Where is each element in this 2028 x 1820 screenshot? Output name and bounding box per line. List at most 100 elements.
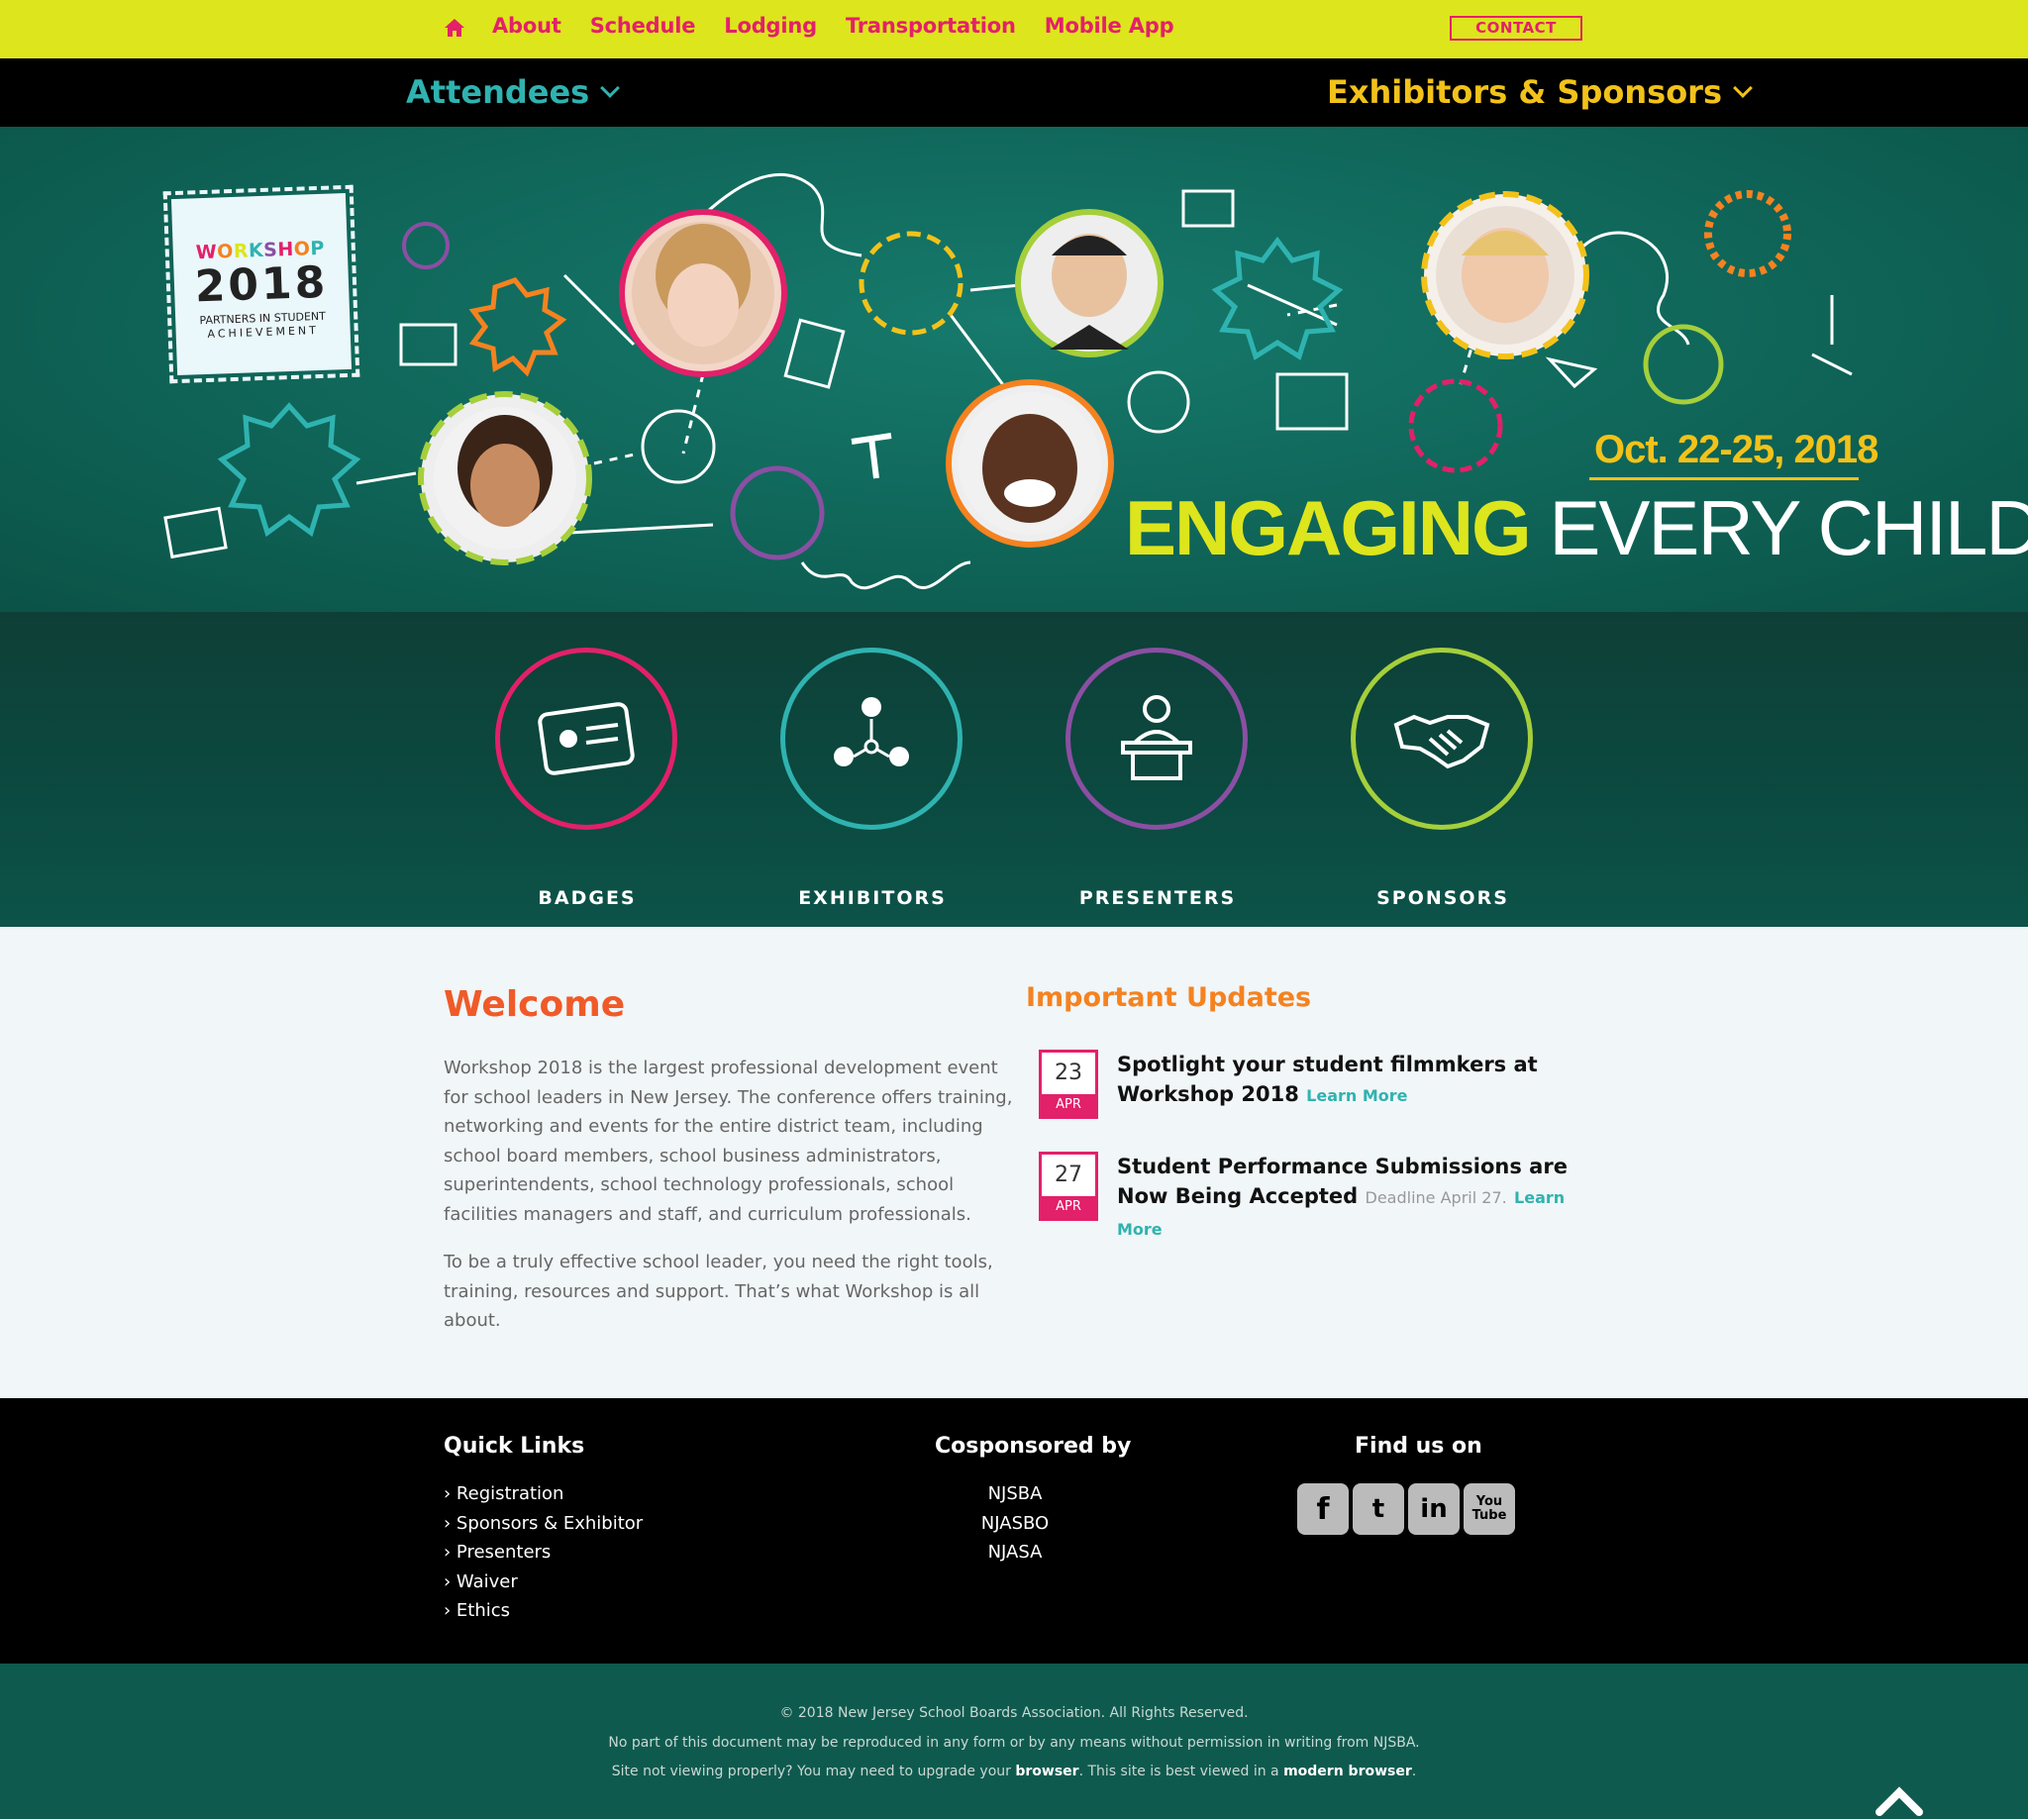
learn-more-link[interactable]: Learn More — [1306, 1086, 1407, 1105]
exhibitors-sponsors-label: Exhibitors & Sponsors — [1327, 73, 1722, 111]
podium-icon — [1121, 695, 1192, 780]
updates-heading: Important Updates — [1026, 982, 1312, 1013]
copyright-text: © 2018 New Jersey School Boards Associat… — [779, 1705, 1249, 1721]
microscope-icon — [217, 402, 361, 538]
welcome-paragraph-1: Workshop 2018 is the largest professiona… — [444, 1058, 1013, 1225]
book-icon — [399, 323, 457, 366]
reproduction-notice: No part of this document may be reproduc… — [608, 1735, 1420, 1751]
monitor-icon — [641, 409, 716, 484]
facebook-icon[interactable]: f — [1297, 1483, 1349, 1535]
date-month: APR — [1042, 1094, 1095, 1116]
cosponsors-list: NJSBA NJASBO NJASA — [951, 1479, 1079, 1567]
cosponsor-njasbo[interactable]: NJASBO — [951, 1509, 1079, 1539]
network-icon — [834, 697, 909, 766]
audience-nav: Attendees Exhibitors & Sponsors — [0, 58, 2028, 127]
quick-link-presenters[interactable]: Presenters — [444, 1538, 643, 1567]
nav-about[interactable]: About — [492, 14, 561, 38]
exhibitors-sponsors-menu[interactable]: Exhibitors & Sponsors — [1327, 73, 1753, 111]
hero-banner: WORKSHOP 2018 PARTNERS IN STUDENT ACHIEV… — [0, 127, 2028, 612]
tagline-every-child: EVERY CHILD — [1549, 484, 2028, 571]
modern-browser-link[interactable]: modern browser — [1283, 1764, 1412, 1779]
home-icon[interactable] — [444, 17, 465, 39]
top-nav: About Schedule Lodging Transportation Mo… — [0, 0, 2028, 58]
logo-year: 2018 — [193, 256, 330, 313]
welcome-heading: Welcome — [444, 984, 626, 1025]
pilot-icon — [859, 231, 963, 336]
workshop-2018-logo[interactable]: WORKSHOP 2018 PARTNERS IN STUDENT ACHIEV… — [162, 184, 360, 384]
update-text: Spotlight your student filmmkers at Work… — [1117, 1050, 1592, 1111]
bank-icon — [1275, 372, 1349, 431]
quick-actions-band: BADGES EXHIBITORS PRESENTERS SPONSORS — [0, 612, 2028, 927]
footer: Quick Links Registration Sponsors & Exhi… — [0, 1398, 2028, 1664]
quick-link-waiver[interactable]: Waiver — [444, 1567, 643, 1597]
portrait-girl-brunette — [418, 391, 592, 565]
main-content: Welcome Workshop 2018 is the largest pro… — [0, 927, 2028, 1398]
nav-transportation[interactable]: Transportation — [846, 14, 1016, 38]
exhibitors-link[interactable]: EXHIBITORS — [780, 648, 968, 909]
globe-icon — [1127, 370, 1190, 434]
browser-notice-e: . — [1411, 1764, 1417, 1779]
attendees-label: Attendees — [406, 73, 590, 111]
social-links: f t in You Tube — [1297, 1483, 1515, 1535]
contact-button[interactable]: CONTACT — [1450, 16, 1582, 41]
letter-t-icon — [851, 433, 892, 479]
quick-link-sponsors-exhibitor[interactable]: Sponsors & Exhibitor — [444, 1509, 643, 1539]
youtube-icon[interactable]: You Tube — [1464, 1483, 1515, 1535]
quick-link-ethics[interactable]: Ethics — [444, 1596, 643, 1626]
date-month: APR — [1042, 1196, 1095, 1218]
portrait-boy-laughing — [946, 379, 1114, 548]
hero-tagline: ENGAGING EVERY CHILD — [1125, 483, 2028, 573]
presenters-label: PRESENTERS — [1078, 887, 1237, 909]
date-day: 27 — [1055, 1163, 1082, 1187]
update-deadline: Deadline April 27. — [1365, 1188, 1507, 1207]
cosponsor-njasa[interactable]: NJASA — [951, 1538, 1079, 1567]
quick-links-heading: Quick Links — [444, 1434, 585, 1459]
badges-label: BADGES — [538, 887, 637, 909]
chef-icon — [730, 465, 825, 560]
handshake-icon — [1393, 714, 1490, 769]
palette-icon — [1408, 378, 1503, 473]
browser-notice-c: . This site is best viewed in a — [1078, 1764, 1284, 1779]
legal-bar: © 2018 New Jersey School Boards Associat… — [0, 1664, 2028, 1819]
attendees-menu[interactable]: Attendees — [406, 73, 621, 111]
twitter-icon[interactable]: t — [1353, 1483, 1404, 1535]
nav-schedule[interactable]: Schedule — [590, 14, 696, 38]
browser-notice-a: Site not viewing properly? You may need … — [611, 1764, 1016, 1779]
welcome-paragraph-2: To be a truly effective school leader, y… — [444, 1252, 993, 1331]
update-text: Student Performance Submissions are Now … — [1117, 1152, 1592, 1245]
briefcase-icon — [1704, 190, 1791, 277]
clipboard-icon — [783, 318, 846, 389]
nav-lodging[interactable]: Lodging — [724, 14, 817, 38]
cosponsor-njsba[interactable]: NJSBA — [951, 1479, 1079, 1509]
sponsors-label: SPONSORS — [1376, 887, 1509, 909]
quick-link-registration[interactable]: Registration — [444, 1479, 643, 1509]
portrait-boy-asian — [1015, 209, 1164, 357]
podium-icon — [468, 277, 567, 377]
back-to-top-icon[interactable] — [1872, 1776, 1927, 1820]
badges-link[interactable]: BADGES — [495, 648, 683, 909]
cosponsored-heading: Cosponsored by — [935, 1434, 1132, 1459]
date-badge: 23 APR — [1039, 1050, 1098, 1119]
lightbulb-icon — [402, 222, 450, 269]
id-badge-icon — [538, 702, 635, 775]
laptop-icon — [1181, 189, 1235, 228]
chevron-down-icon — [600, 78, 621, 98]
handshake-icon — [1545, 356, 1598, 389]
browser-notice: Site not viewing properly? You may need … — [0, 1764, 2028, 1779]
portrait-boy-smiling — [1421, 191, 1589, 359]
tagline-engaging: ENGAGING — [1125, 484, 1532, 571]
top-nav-links: About Schedule Lodging Transportation Mo… — [492, 14, 1174, 38]
presenters-link[interactable]: PRESENTERS — [1065, 648, 1254, 909]
date-underline — [1589, 477, 1859, 480]
quick-links-list: Registration Sponsors & Exhibitor Presen… — [444, 1479, 643, 1626]
linkedin-icon[interactable]: in — [1408, 1483, 1460, 1535]
date-day: 23 — [1055, 1061, 1082, 1085]
browser-link[interactable]: browser — [1015, 1764, 1078, 1779]
chevron-down-icon — [1733, 78, 1753, 98]
exhibitors-label: EXHIBITORS — [798, 887, 947, 909]
event-date: Oct. 22-25, 2018 — [1594, 428, 1878, 471]
stamp-icon — [1811, 295, 1853, 376]
find-us-heading: Find us on — [1355, 1434, 1482, 1459]
nav-mobile-app[interactable]: Mobile App — [1045, 14, 1174, 38]
sponsors-link[interactable]: SPONSORS — [1351, 648, 1539, 909]
